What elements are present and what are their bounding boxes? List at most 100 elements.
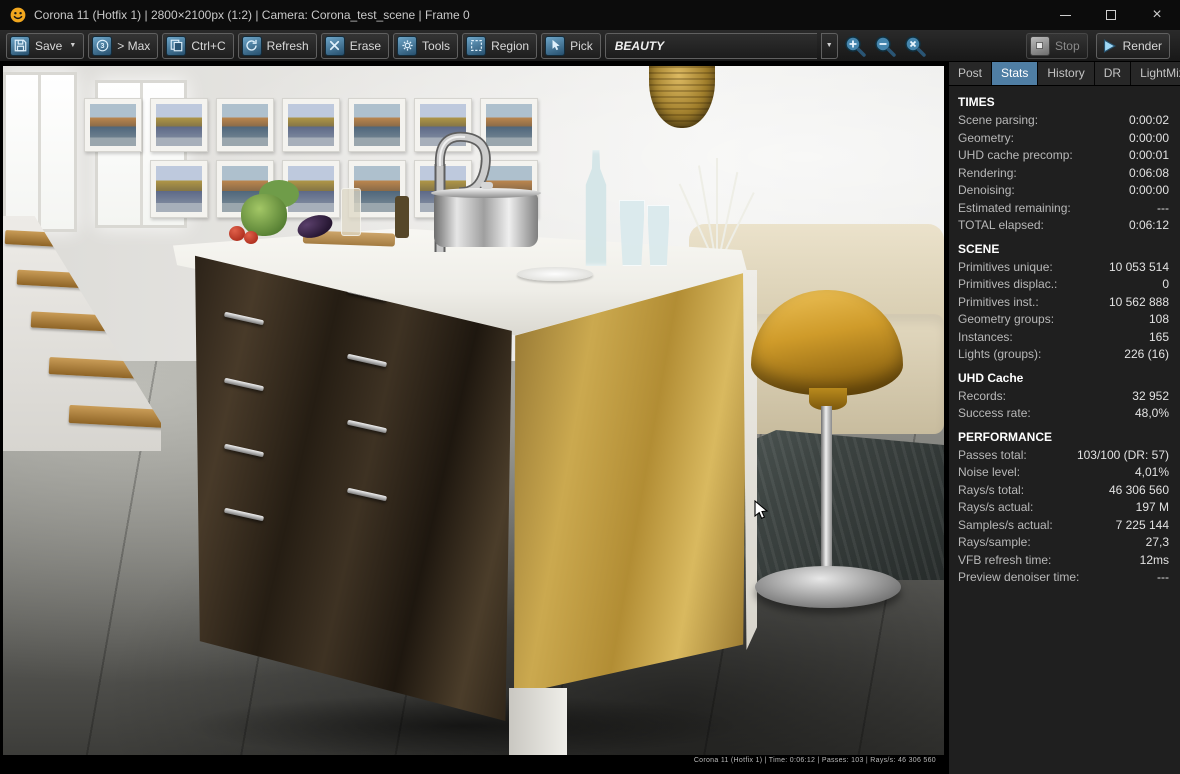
stat-label: Instances: xyxy=(958,329,1013,344)
copy-label: Ctrl+C xyxy=(191,38,226,53)
region-icon xyxy=(466,35,487,56)
stat-label: Records: xyxy=(958,388,1007,403)
drawer-handle xyxy=(223,507,264,522)
stats-sections: TIMES Scene parsing: 0:00:02 Geometry: 0:00:… xyxy=(949,86,1180,587)
stat-label: Lights (groups): xyxy=(958,347,1042,361)
refresh-button[interactable]: Refresh xyxy=(237,32,317,59)
tab-post[interactable]: Post xyxy=(949,62,993,85)
drawer-handle xyxy=(346,487,388,502)
stat-label: Geometry: xyxy=(958,130,1015,145)
render-viewport: Corona 11 (Hotfix 1) | Time: 0:06:12 | P… xyxy=(0,62,948,774)
save-label: Save xyxy=(35,38,63,53)
stats-row: Primitives unique: 10 053 514 xyxy=(958,259,1169,277)
zoom-in-button[interactable] xyxy=(842,33,868,59)
stat-value: 103/100 (DR: 57) xyxy=(1076,447,1169,462)
stats-row: Denoising: 0:00:00 xyxy=(958,182,1169,200)
stat-value: 0 xyxy=(1162,277,1169,291)
zoom-reset-button[interactable] xyxy=(902,33,928,59)
render-element-caret[interactable]: ▼ xyxy=(820,32,838,59)
stat-label: Preview denoiser time: xyxy=(958,570,1080,584)
stat-label: Primitives inst.: xyxy=(958,294,1039,309)
stat-value: 32 952 xyxy=(1132,388,1169,403)
stat-value: 197 M xyxy=(1135,500,1169,514)
chevron-down-icon: ▼ xyxy=(825,42,833,49)
stats-row: Noise level: 4,01% xyxy=(958,464,1169,482)
tab-history[interactable]: History xyxy=(1038,62,1095,85)
picture-photo xyxy=(156,166,202,212)
stat-label: Primitives unique: xyxy=(958,259,1053,274)
region-label: Region xyxy=(491,38,530,53)
bar-stool-base xyxy=(755,566,901,608)
pick-label: Pick xyxy=(570,38,593,53)
drawer-handle xyxy=(346,353,388,368)
stats-row: Scene parsing: 0:00:02 xyxy=(958,112,1169,130)
main-area: Corona 11 (Hotfix 1) | Time: 0:06:12 | P… xyxy=(0,62,1180,774)
stat-value: 0:00:01 xyxy=(1128,148,1169,162)
minimize-button[interactable] xyxy=(1042,0,1088,30)
stat-label: Success rate: xyxy=(958,406,1031,420)
stat-value: 0:06:08 xyxy=(1128,165,1169,180)
stat-value: 12ms xyxy=(1139,552,1169,567)
render-play-icon xyxy=(1103,38,1116,53)
bar-stool-stem xyxy=(821,406,832,578)
copy-button[interactable]: Ctrl+C xyxy=(162,32,234,59)
save-button[interactable]: Save ▼ xyxy=(6,32,85,59)
erase-button[interactable]: Erase xyxy=(320,32,390,59)
tools-label: Tools xyxy=(422,38,451,53)
stats-row: Primitives inst.: 10 562 888 xyxy=(958,294,1169,312)
zoom-out-icon xyxy=(875,35,896,57)
stat-value: 10 053 514 xyxy=(1108,259,1169,274)
stat-label: Samples/s actual: xyxy=(958,517,1053,532)
erase-icon xyxy=(324,35,345,56)
picture-photo xyxy=(288,104,334,146)
stat-value: 7 225 144 xyxy=(1115,517,1169,532)
stats-row: Rays/s actual: 197 M xyxy=(958,499,1169,517)
stats-row: Geometry: 0:00:00 xyxy=(958,130,1169,148)
stats-row: UHD cache precomp: 0:00:01 xyxy=(958,147,1169,165)
tab-lightmix[interactable]: LightMix xyxy=(1131,62,1180,85)
stop-label: Stop xyxy=(1054,38,1080,53)
render-element-select[interactable]: BEAUTY xyxy=(604,32,817,59)
region-button[interactable]: Region xyxy=(462,32,538,59)
stat-label: Rendering: xyxy=(958,165,1017,180)
stop-button[interactable]: Stop xyxy=(1025,32,1088,59)
stat-label: Denoising: xyxy=(958,183,1015,197)
maximize-button[interactable] xyxy=(1088,0,1134,30)
stat-value: --- xyxy=(1157,570,1169,584)
tab-stats[interactable]: Stats xyxy=(992,62,1039,85)
kitchen-island-drawers xyxy=(195,255,512,721)
stats-row: Records: 32 952 xyxy=(958,388,1169,406)
to-max-button[interactable]: 3 > Max xyxy=(88,32,159,59)
glass-jar xyxy=(341,188,361,236)
stat-label: UHD cache precomp: xyxy=(958,148,1073,162)
stats-row: Rays/s total: 46 306 560 xyxy=(958,482,1169,500)
pick-button[interactable]: Pick xyxy=(541,32,601,59)
save-icon xyxy=(10,35,30,56)
pot-rim xyxy=(431,188,541,198)
wall-picture xyxy=(150,98,208,152)
romanesco xyxy=(241,194,287,236)
stat-value: 0:06:12 xyxy=(1128,218,1169,232)
zoom-out-button[interactable] xyxy=(872,33,898,59)
stats-section-title: TIMES xyxy=(958,95,995,109)
minimize-icon xyxy=(1059,14,1071,16)
drawer-handle xyxy=(223,443,264,458)
picture-photo xyxy=(90,104,136,146)
save-dropdown-caret-icon: ▼ xyxy=(69,42,77,49)
stat-value: 27,3 xyxy=(1145,535,1169,549)
wall-picture xyxy=(282,98,340,152)
title-bar: Corona 11 (Hotfix 1) | 2800×2100px (1:2)… xyxy=(0,0,1180,30)
stat-value: 165 xyxy=(1148,329,1169,344)
stats-row: Primitives displac.: 0 xyxy=(958,276,1169,294)
panel-tabs: PostStatsHistoryDRLightMix xyxy=(949,62,1180,86)
stat-value: 46 306 560 xyxy=(1108,482,1169,497)
render-button[interactable]: Render xyxy=(1095,32,1170,59)
stat-label: Rays/s actual: xyxy=(958,500,1034,514)
tab-dr[interactable]: DR xyxy=(1094,62,1132,85)
render-view[interactable]: Corona 11 (Hotfix 1) | Time: 0:06:12 | P… xyxy=(3,66,944,766)
close-button[interactable]: × xyxy=(1134,0,1180,30)
stat-value: --- xyxy=(1157,200,1169,215)
drinking-glass xyxy=(647,205,670,266)
tools-button[interactable]: Tools xyxy=(393,32,459,59)
stat-label: Primitives displac.: xyxy=(958,277,1058,291)
